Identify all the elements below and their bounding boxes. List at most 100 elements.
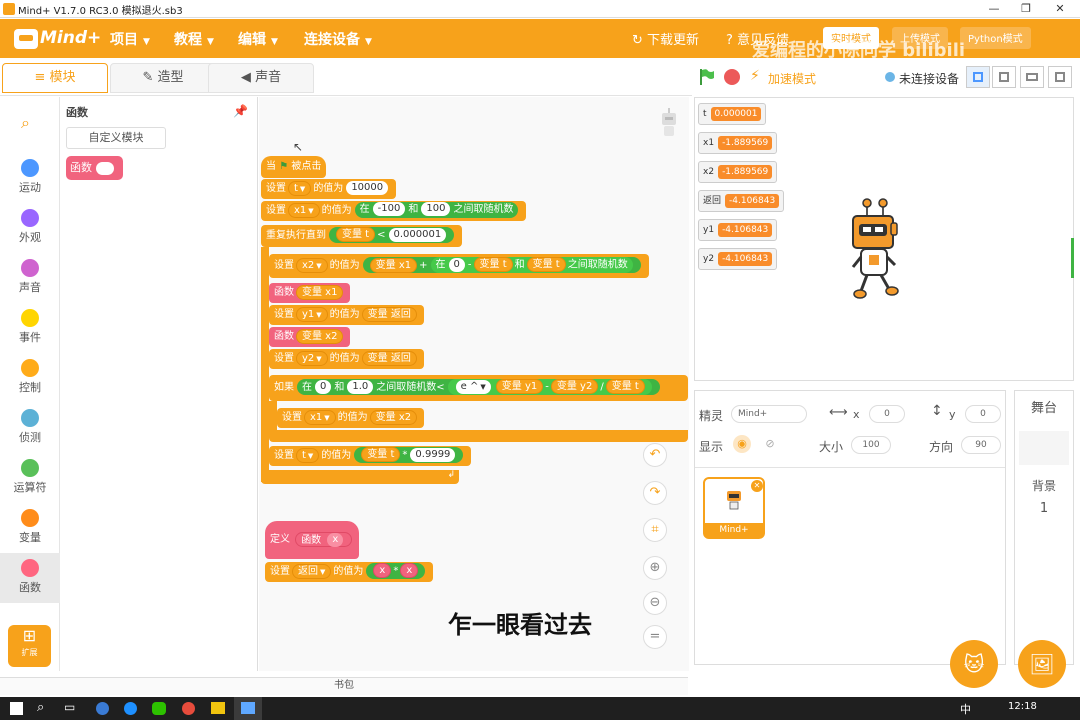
taskbar-clock[interactable]: 12:18: [1008, 701, 1037, 712]
var-t-reporter[interactable]: 变量 t: [361, 447, 401, 462]
var-t-reporter[interactable]: 变量 t: [336, 227, 376, 242]
when-flag-clicked-block[interactable]: 当 ⚑ 被点击: [261, 156, 327, 178]
param-x-reporter[interactable]: x: [327, 532, 344, 547]
tab-sounds[interactable]: ◀ 声音: [208, 63, 314, 93]
random-min-zero[interactable]: 0: [448, 257, 465, 272]
set-y2-block[interactable]: 设置 y2 ▼ 的值为 变量 返回: [269, 349, 424, 369]
var-dropdown-y2[interactable]: y2 ▼: [296, 350, 328, 366]
var-x2-reporter[interactable]: 变量 x2: [296, 328, 344, 344]
var-dropdown-t[interactable]: t ▼: [296, 447, 320, 463]
minimize-button[interactable]: —: [978, 0, 1010, 18]
less-than-block[interactable]: 变量 t <0.000001: [329, 227, 455, 243]
category-sensing[interactable]: 侦测: [0, 403, 60, 453]
var-t-reporter[interactable]: 变量 t: [526, 257, 566, 272]
add-block[interactable]: 变量 x1 + 在 0- 变量 t 和变量 t 之间取随机数: [362, 257, 641, 273]
category-operators[interactable]: 运算符: [0, 453, 60, 503]
set-x1-block[interactable]: 设置 x1 ▼ 的值为在 -100 和 100 之间取随机数: [261, 201, 527, 221]
normal-stage-button[interactable]: [992, 66, 1016, 88]
category-motion[interactable]: 运动: [0, 153, 60, 203]
repeat-until-block[interactable]: 重复执行直到 变量 t <0.000001: [261, 225, 463, 247]
task-view-icon[interactable]: ▭: [64, 700, 75, 714]
stage-thumbnail[interactable]: [1019, 431, 1069, 465]
small-stage-button[interactable]: [966, 66, 990, 88]
var-dropdown-y1[interactable]: y1 ▼: [296, 306, 328, 322]
sprite-thumbnail[interactable]: ✕ Mind+: [703, 477, 765, 539]
backpack-bar[interactable]: 书包: [0, 677, 688, 695]
x-input[interactable]: 0: [869, 405, 905, 423]
exp-block[interactable]: e ^ ▼ 变量 y1- 变量 y2/变量 t: [447, 379, 652, 395]
monitor-return[interactable]: 返回 -4.106843: [698, 190, 785, 212]
set-x1-x2-block[interactable]: 设置 x1 ▼ 的值为 变量 x2: [277, 408, 425, 428]
search-icon[interactable]: ⌕: [21, 113, 30, 133]
wechat-icon[interactable]: [152, 702, 166, 715]
var-x2-reporter[interactable]: 变量 x2: [369, 409, 418, 425]
if-block[interactable]: 如果在 0 和 1.0 之间取随机数< e ^ ▼ 变量 y1- 变量 y2/变量 t: [269, 375, 688, 401]
set-y1-block[interactable]: 设置 y1 ▼ 的值为 变量 返回: [269, 305, 424, 325]
threshold-input[interactable]: 0.000001: [388, 227, 447, 242]
stop-icon[interactable]: [724, 69, 740, 85]
add-backdrop-button[interactable]: 🖼: [1018, 640, 1066, 688]
random-block-inner[interactable]: 在 0- 变量 t 和变量 t 之间取随机数: [430, 257, 633, 273]
category-looks[interactable]: 外观: [0, 203, 60, 253]
var-dropdown-t[interactable]: t ▼: [288, 180, 312, 196]
ime-indicator[interactable]: 中: [960, 701, 971, 717]
extension-button[interactable]: ⊞ 扩展: [8, 625, 51, 667]
mindplus-robot-sprite[interactable]: [845, 195, 905, 300]
monitor-x2[interactable]: x2 -1.889569: [698, 161, 778, 183]
random-min-input[interactable]: -100: [372, 202, 406, 216]
var-return-reporter[interactable]: 变量 返回: [361, 350, 417, 366]
decay-rate-input[interactable]: 0.9999: [410, 447, 456, 462]
multiply-block[interactable]: x * x: [366, 563, 426, 579]
taskbar-search-icon[interactable]: ⌕: [37, 700, 44, 715]
set-t-decay-block[interactable]: 设置 t ▼ 的值为 变量 t * 0.9999: [269, 446, 472, 466]
chrome-icon[interactable]: [182, 702, 195, 715]
tab-blocks[interactable]: ≡ 模块: [2, 63, 108, 93]
category-events[interactable]: 事件: [0, 303, 60, 353]
multiply-block[interactable]: 变量 t * 0.9999: [354, 447, 464, 463]
category-sound[interactable]: 声音: [0, 253, 60, 303]
delete-sprite-icon[interactable]: ✕: [751, 480, 763, 492]
sprite-name-input[interactable]: Mind+: [731, 405, 807, 423]
var-return-reporter[interactable]: 变量 返回: [361, 306, 417, 322]
y-input[interactable]: 0: [965, 405, 1001, 423]
show-eye-icon[interactable]: ◉: [733, 435, 751, 453]
param-x-reporter[interactable]: x: [373, 563, 392, 578]
category-functions[interactable]: 函数: [0, 553, 60, 603]
redo-button[interactable]: ↷: [643, 481, 667, 505]
var-dropdown-x2[interactable]: x2 ▼: [296, 257, 328, 273]
add-sprite-button[interactable]: 🐱: [950, 640, 998, 688]
menu-project[interactable]: 项目 ▼: [110, 29, 150, 49]
var-y1-reporter[interactable]: 变量 y1: [495, 379, 544, 394]
python-mode-button[interactable]: Python模式: [960, 27, 1031, 49]
function-block[interactable]: 函数: [66, 156, 123, 180]
monitor-y1[interactable]: y1 -4.106843: [698, 219, 778, 241]
turbo-mode-toggle[interactable]: 加速模式: [768, 70, 816, 87]
zoom-reset-button[interactable]: =: [643, 625, 667, 649]
monitor-y2[interactable]: y2 -4.106843: [698, 248, 778, 270]
size-input[interactable]: 100: [851, 436, 891, 454]
var-x1-reporter[interactable]: 变量 x1: [296, 284, 344, 300]
undo-button[interactable]: ↶: [643, 443, 667, 467]
file-explorer-icon[interactable]: [211, 702, 225, 714]
value-input-10000[interactable]: 10000: [346, 181, 389, 195]
menu-tutorial[interactable]: 教程 ▼: [174, 29, 214, 49]
fullscreen-button[interactable]: [1048, 66, 1072, 88]
category-control[interactable]: 控制: [0, 353, 60, 403]
var-t-reporter[interactable]: 变量 t: [473, 257, 513, 272]
device-status-label[interactable]: 未连接设备: [899, 70, 959, 87]
random-min-zero[interactable]: 0: [315, 380, 332, 394]
custom-block-button[interactable]: 自定义模块: [66, 127, 166, 149]
category-variables[interactable]: 变量: [0, 503, 60, 553]
menu-edit[interactable]: 编辑 ▼: [238, 29, 278, 49]
menu-connect-device[interactable]: 连接设备 ▼: [304, 29, 372, 49]
zoom-out-button[interactable]: ⊖: [643, 591, 667, 615]
call-function-x1-block[interactable]: 函数 变量 x1: [269, 283, 351, 303]
var-dropdown-return[interactable]: 返回 ▼: [292, 563, 332, 579]
random-max-one[interactable]: 1.0: [347, 380, 374, 394]
edge-icon[interactable]: [124, 702, 137, 715]
cleanup-button[interactable]: ⌗: [643, 518, 667, 542]
large-stage-button[interactable]: [1020, 66, 1044, 88]
set-t-block[interactable]: 设置 t ▼ 的值为 10000: [261, 179, 397, 199]
tab-costumes[interactable]: ✎ 造型: [110, 63, 216, 93]
pin-icon[interactable]: 📌: [233, 104, 248, 118]
